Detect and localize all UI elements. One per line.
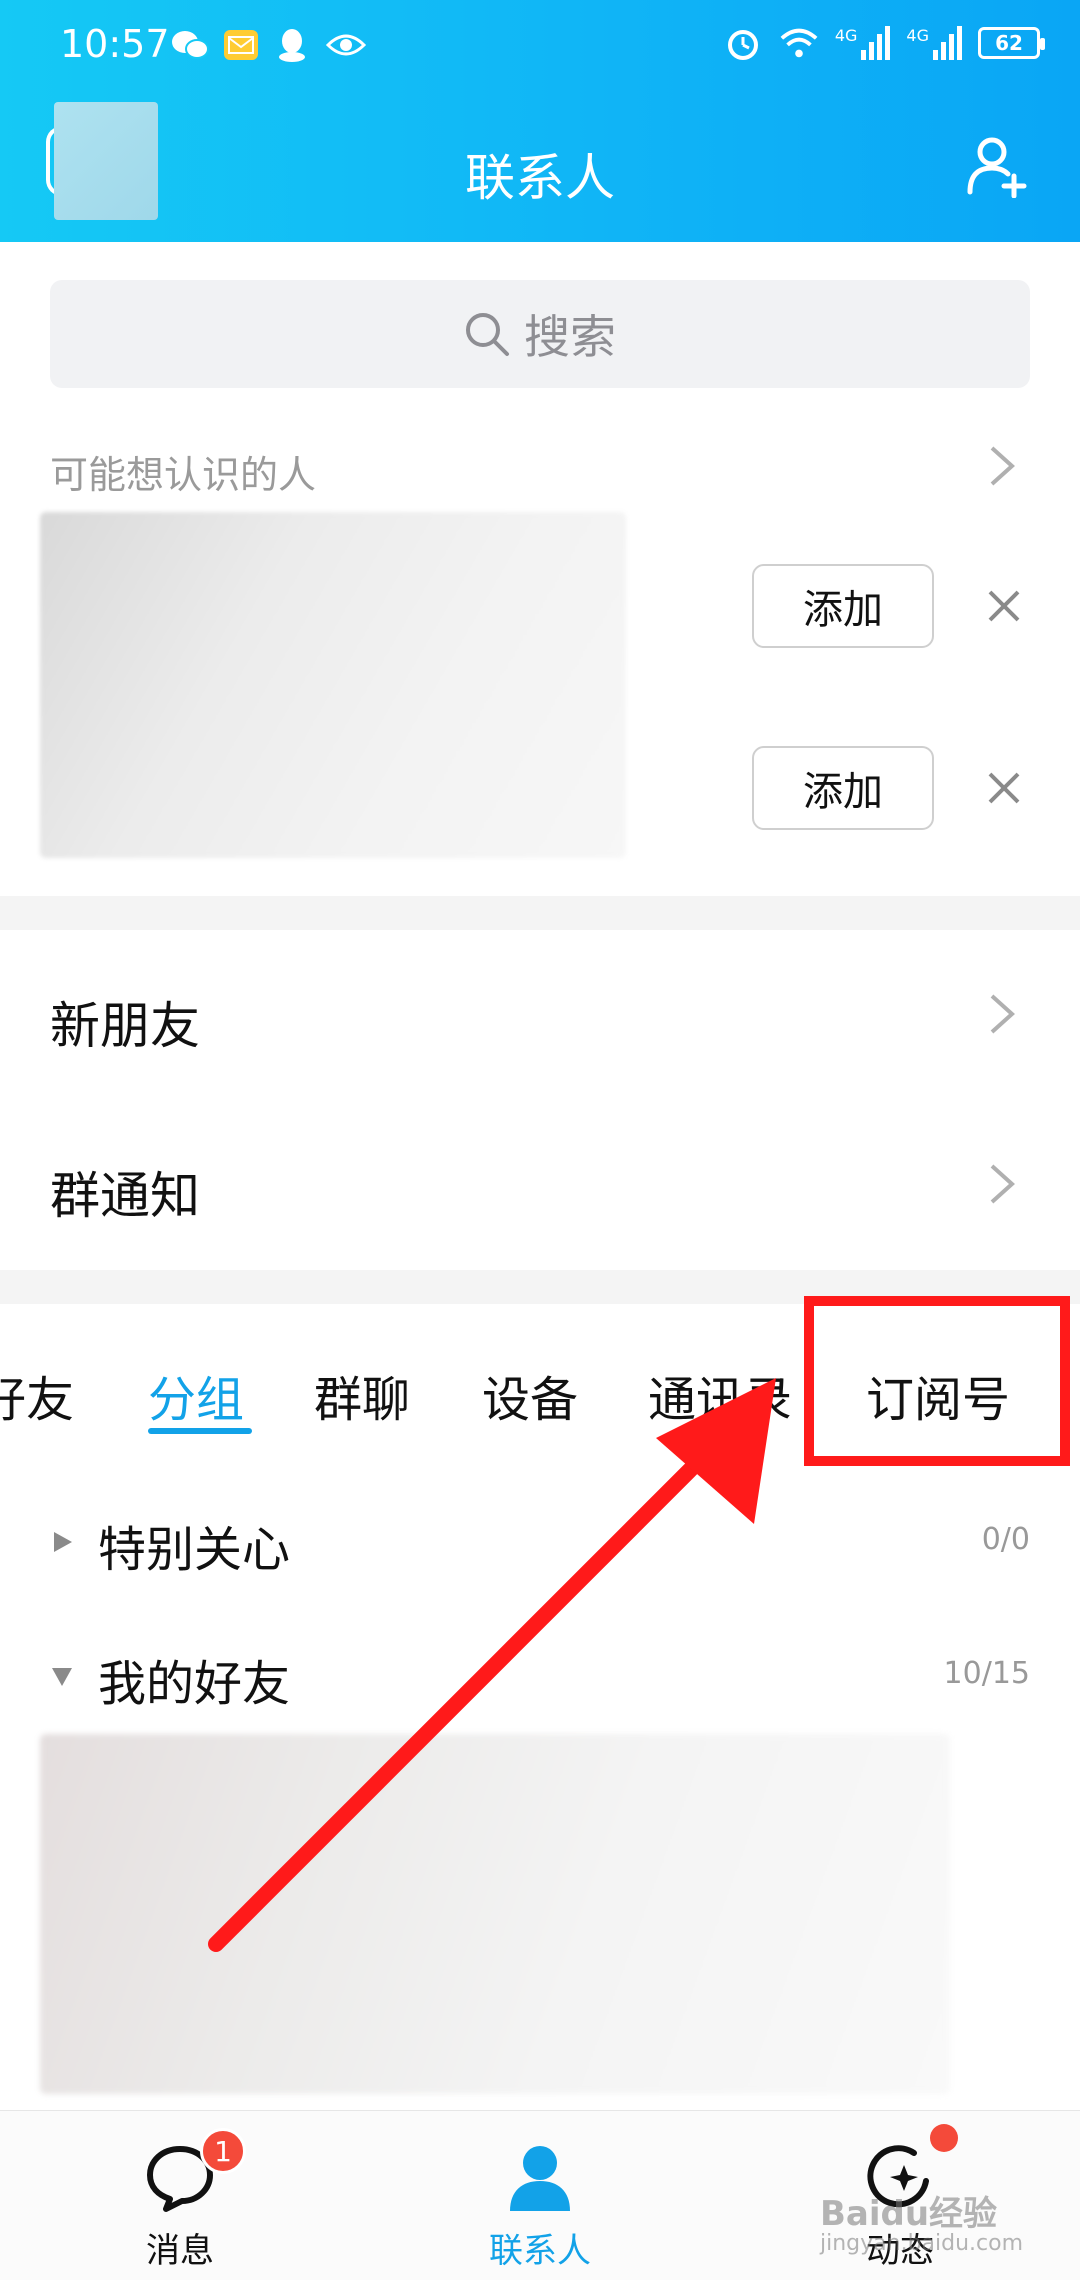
wifi-icon	[779, 24, 819, 62]
suggested-users-blurred	[40, 512, 626, 858]
caret-down-icon	[52, 1668, 72, 1686]
search-label: 搜索	[524, 310, 616, 364]
status-time: 10:57	[60, 22, 170, 66]
group-notice-row[interactable]: 群通知	[0, 1100, 1080, 1270]
group-count: 10/15	[943, 1656, 1030, 1691]
network-label-1: 4G	[834, 26, 858, 45]
group-special-care[interactable]: 特别关心 0/0	[50, 1504, 1030, 1584]
alarm-icon	[723, 24, 763, 62]
network-label-2: 4G	[906, 26, 929, 45]
group-count: 0/0	[981, 1522, 1030, 1557]
wechat-icon	[170, 26, 210, 64]
group-name: 特别关心	[98, 1522, 291, 1578]
status-bar: 10:57 4G 4G 62	[0, 0, 1080, 92]
close-icon[interactable]	[984, 586, 1024, 626]
chevron-right-icon	[990, 994, 1015, 1034]
watermark-logo: Baidu经验 jingyan.baidu.com	[820, 2186, 1023, 2256]
signal-4g-icon-2: 4G	[906, 26, 962, 60]
friend-list-blurred	[40, 1734, 950, 2094]
person-icon	[510, 2146, 570, 2211]
system-icons: 4G 4G 62	[723, 24, 1045, 62]
chevron-right-icon[interactable]	[986, 444, 1018, 488]
tab-address-book[interactable]: 通讯录	[648, 1360, 792, 1430]
unread-badge: 1	[200, 2128, 246, 2174]
new-friends-row[interactable]: 新朋友	[0, 930, 1080, 1100]
search-bar[interactable]: 搜索	[50, 280, 1030, 388]
group-notice-label: 群通知	[50, 1167, 200, 1225]
battery-icon: 62	[978, 27, 1045, 59]
new-activity-dot	[930, 2124, 958, 2152]
tab-friends[interactable]: 好友	[0, 1360, 74, 1430]
new-friends-label: 新朋友	[50, 997, 200, 1055]
qq-icon	[272, 26, 312, 64]
group-my-friends[interactable]: 我的好友 10/15	[50, 1638, 1030, 1718]
tab-group-chats[interactable]: 群聊	[314, 1360, 410, 1430]
add-friend-icon[interactable]	[966, 134, 1030, 199]
chevron-right-icon	[990, 1164, 1015, 1204]
tab-devices[interactable]: 设备	[482, 1360, 578, 1430]
caret-right-icon	[54, 1532, 72, 1552]
search-icon	[466, 313, 509, 356]
notification-icons	[170, 26, 366, 64]
add-button-1[interactable]: 添加	[752, 564, 934, 648]
top-header: 10:57 4G 4G 62 联系人	[0, 0, 1080, 242]
nav-contacts-label: 联系人	[489, 2231, 591, 2271]
add-button-2[interactable]: 添加	[752, 746, 934, 830]
page-title: 联系人	[465, 149, 615, 207]
close-icon[interactable]	[984, 768, 1024, 808]
tab-groups[interactable]: 分组	[148, 1360, 244, 1430]
suggestions-title[interactable]: 可能想认识的人	[50, 444, 316, 499]
eye-icon	[326, 26, 366, 64]
section-divider	[0, 896, 1080, 930]
group-name: 我的好友	[98, 1656, 291, 1712]
mail-icon	[224, 30, 258, 60]
signal-4g-icon-1: 4G	[835, 26, 891, 60]
active-tab-indicator	[148, 1428, 252, 1434]
nav-messages-label: 消息	[146, 2231, 214, 2271]
watermark-text: Baidu经验	[820, 2194, 998, 2234]
watermark-sub: jingyan.baidu.com	[820, 2231, 1024, 2256]
highlight-box	[804, 1296, 1070, 1466]
